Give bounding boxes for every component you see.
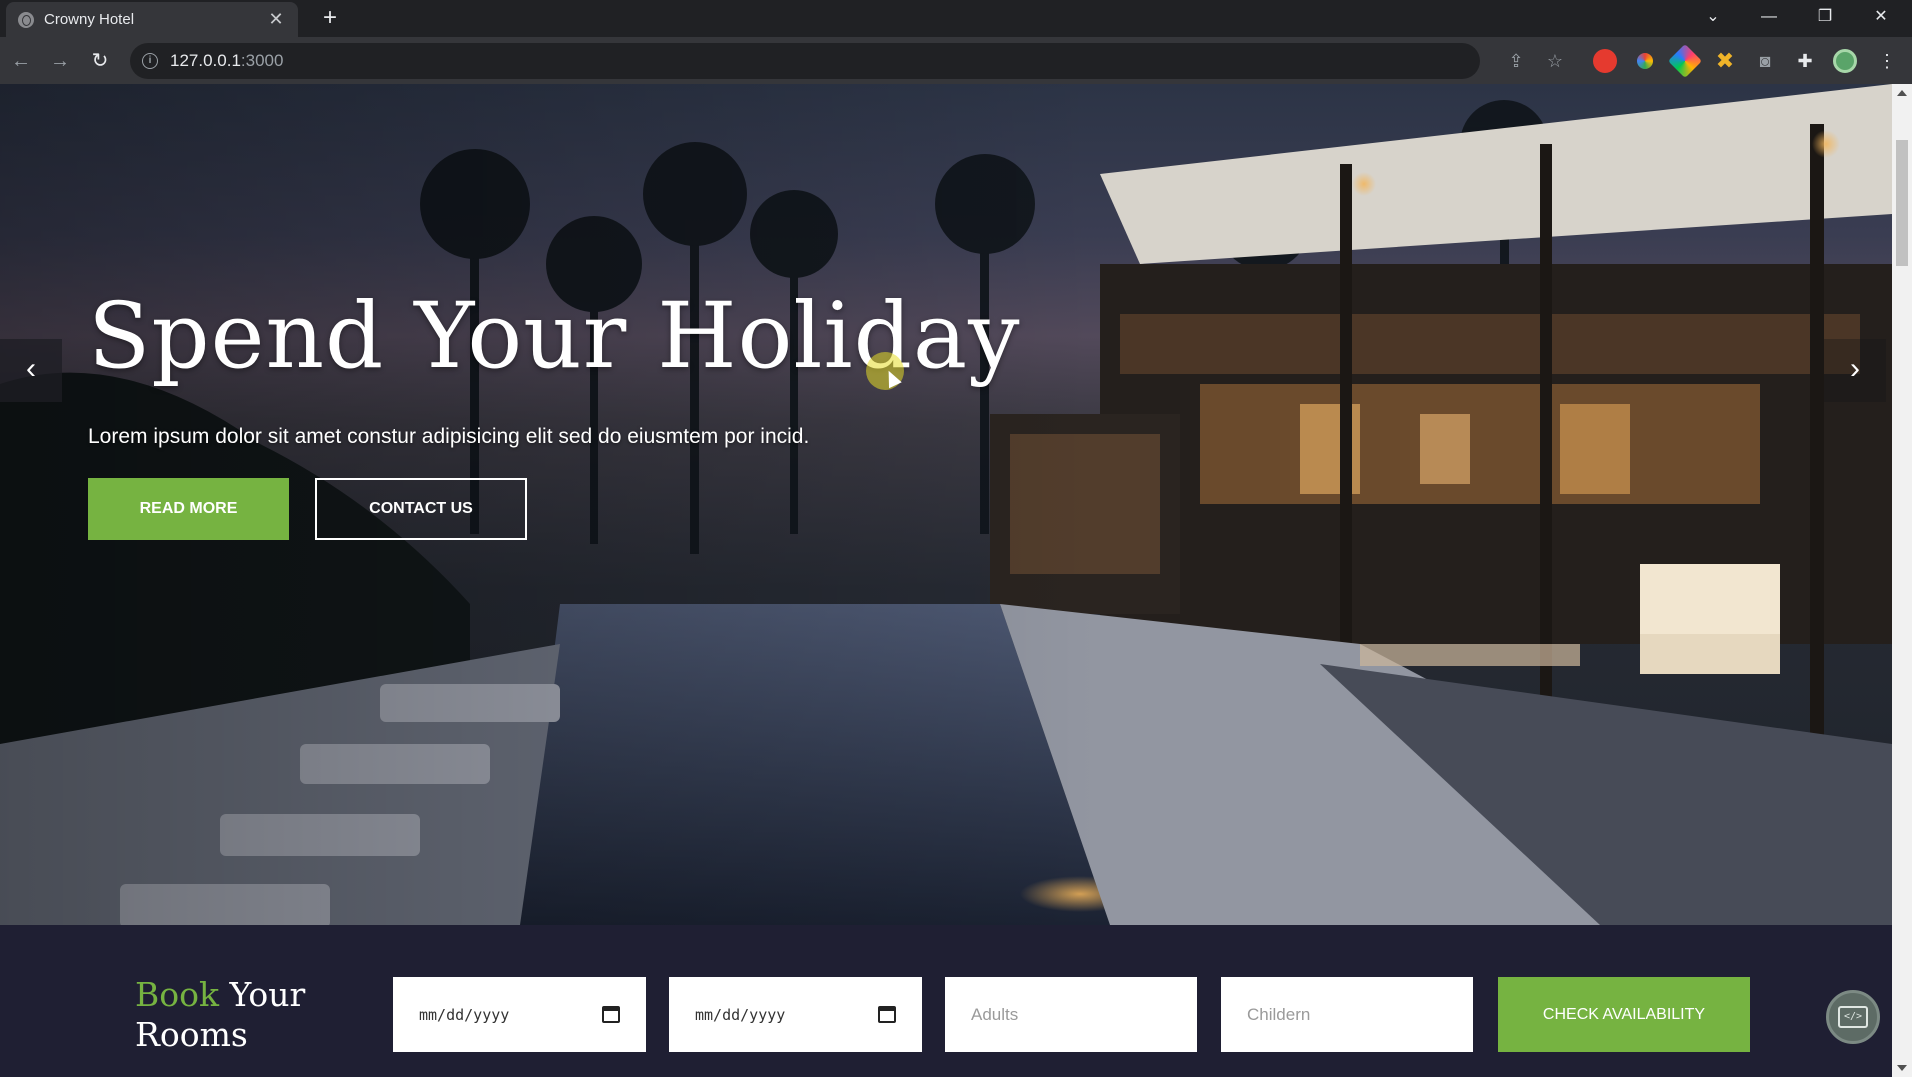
tab-close-icon[interactable]: ✕	[266, 9, 286, 30]
slider-prev-button[interactable]: ‹	[0, 339, 62, 402]
checkout-date-input[interactable]: mm/dd/yyyy	[669, 977, 922, 1052]
checkout-date-value: mm/dd/yyyy	[695, 1005, 786, 1024]
bookmark-star-icon[interactable]: ☆	[1543, 49, 1567, 73]
extension-diamond-icon[interactable]	[1668, 44, 1702, 78]
code-icon: </>	[1838, 1006, 1868, 1028]
globe-icon	[18, 11, 34, 28]
page-viewport: Spend Your Holiday Lorem ipsum dolor sit…	[0, 84, 1912, 1077]
slider-next-button[interactable]: ›	[1824, 339, 1886, 402]
hero-subtitle: Lorem ipsum dolor sit amet constur adipi…	[88, 425, 810, 448]
chevron-left-icon: ‹	[26, 352, 36, 385]
page-scrollbar[interactable]	[1892, 84, 1912, 1077]
booking-title-accent: Book	[135, 975, 219, 1014]
menu-kebab-icon[interactable]: ⋮	[1875, 49, 1899, 73]
children-placeholder: Childern	[1247, 1004, 1311, 1024]
restore-button[interactable]: ❐	[1802, 0, 1848, 34]
new-tab-button[interactable]: +	[316, 4, 344, 32]
tab-title: Crowny Hotel	[44, 11, 135, 28]
adults-placeholder: Adults	[971, 1004, 1019, 1024]
reload-icon[interactable]: ↻	[85, 46, 115, 76]
scroll-down-icon[interactable]	[1897, 1065, 1907, 1071]
booking-bar: Book Your Rooms mm/dd/yyyy mm/dd/yyyy Ad…	[0, 925, 1892, 1077]
adults-input[interactable]: Adults	[945, 977, 1197, 1052]
tab-search-icon[interactable]: ⌄	[1690, 0, 1736, 34]
browser-tabbar: Crowny Hotel ✕ + ⌄ — ❐ ✕	[0, 0, 1912, 37]
address-bar[interactable]: i 127.0.0.1:3000	[130, 43, 1480, 79]
camera-icon[interactable]: ◙	[1753, 49, 1777, 73]
extension-red-icon[interactable]	[1593, 49, 1617, 73]
calendar-icon[interactable]	[602, 1006, 620, 1023]
window-close-button[interactable]: ✕	[1858, 0, 1904, 34]
read-more-button[interactable]: READ MORE	[88, 478, 289, 540]
share-icon[interactable]: ⇪	[1504, 49, 1528, 73]
profile-avatar[interactable]	[1833, 49, 1857, 73]
calendar-icon[interactable]	[878, 1006, 896, 1023]
site-info-icon[interactable]: i	[142, 53, 158, 69]
extension-cross-icon[interactable]: ✖	[1713, 49, 1737, 73]
contact-us-button[interactable]: CONTACT US	[315, 478, 527, 540]
extensions-puzzle-icon[interactable]: ✚	[1793, 49, 1817, 73]
url-text: 127.0.0.1:3000	[170, 51, 284, 70]
scroll-up-icon[interactable]	[1897, 90, 1907, 96]
back-arrow-icon[interactable]: ←	[6, 46, 36, 76]
checkin-date-value: mm/dd/yyyy	[419, 1005, 510, 1024]
checkin-date-input[interactable]: mm/dd/yyyy	[393, 977, 646, 1052]
browser-tab[interactable]: Crowny Hotel ✕	[6, 2, 298, 37]
mouse-cursor-highlight	[866, 352, 904, 390]
hero-slider: Spend Your Holiday Lorem ipsum dolor sit…	[0, 84, 1892, 925]
browser-toolbar: ← → ↻ i 127.0.0.1:3000 ⇪ ☆ ✖ ◙ ✚ ⋮	[0, 37, 1912, 84]
children-input[interactable]: Childern	[1221, 977, 1473, 1052]
check-availability-button[interactable]: CHECK AVAILABILITY	[1498, 977, 1750, 1052]
dev-tools-badge[interactable]: </>	[1826, 990, 1880, 1044]
forward-arrow-icon[interactable]: →	[45, 46, 75, 76]
minimize-button[interactable]: —	[1746, 0, 1792, 34]
booking-title: Book Your Rooms	[135, 975, 335, 1055]
extension-color-icon[interactable]	[1633, 49, 1657, 73]
scrollbar-thumb[interactable]	[1896, 140, 1908, 266]
chevron-right-icon: ›	[1850, 352, 1860, 385]
